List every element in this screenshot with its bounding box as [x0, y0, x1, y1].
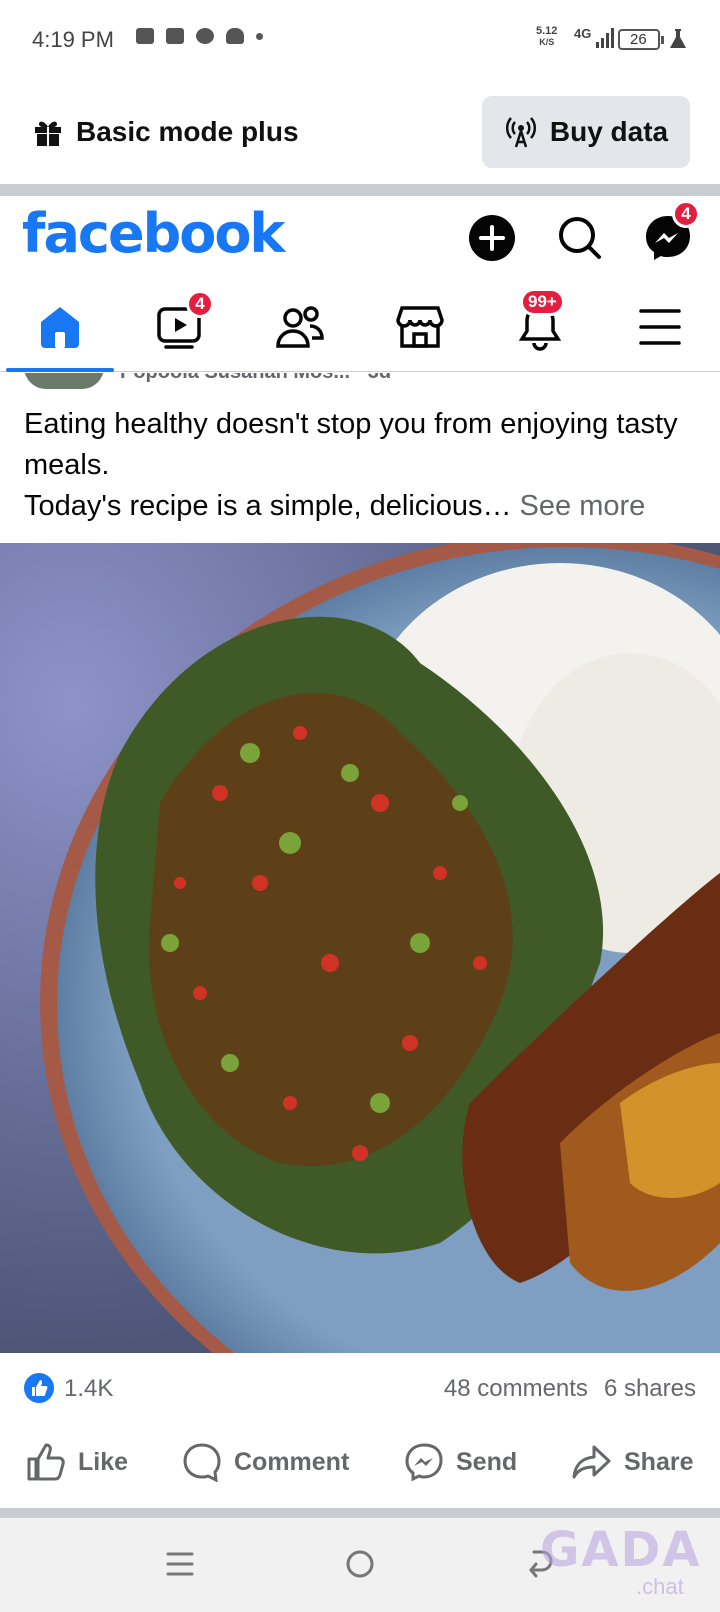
author-avatar[interactable] — [24, 373, 104, 389]
share-button[interactable]: Share — [572, 1442, 693, 1482]
post-divider — [0, 1508, 720, 1518]
post-image-food[interactable] — [0, 543, 720, 1353]
food-photo — [0, 543, 720, 1353]
signal-bars-icon — [596, 28, 614, 48]
like-button[interactable]: Like — [26, 1442, 128, 1482]
net-speed-unit: K/S — [539, 37, 555, 47]
like-label: Like — [78, 1447, 129, 1476]
status-bar: 4:19 PM 5.12 K/S 4G 26 — [0, 0, 720, 80]
see-more-link[interactable]: See more — [520, 490, 646, 522]
reactions-count[interactable]: 1.4K — [64, 1375, 113, 1403]
plus-icon — [469, 215, 515, 261]
sim-icon — [136, 28, 154, 44]
battery-level: 26 — [630, 31, 647, 48]
flask-icon — [670, 29, 686, 48]
tab-friends[interactable] — [270, 300, 330, 354]
main-tabs: 4 99+ — [0, 286, 720, 372]
signal-type: 4G — [574, 26, 592, 41]
search-button[interactable] — [556, 214, 604, 262]
more-dot-icon — [256, 32, 263, 40]
author-name[interactable]: Popoola Susanah Mos... · 3d — [120, 373, 391, 384]
notification-icons — [136, 28, 263, 44]
basic-mode-label: Basic mode plus — [76, 116, 299, 147]
notifications-badge: 99+ — [520, 288, 565, 316]
shares-count[interactable]: 6 shares — [604, 1375, 696, 1403]
messenger-button[interactable]: 4 — [644, 200, 700, 262]
network-speed: 5.12 K/S — [536, 26, 557, 48]
comment-icon — [183, 1443, 221, 1482]
video-badge: 4 — [186, 290, 214, 318]
create-button[interactable] — [468, 214, 516, 262]
buy-data-label: Buy data — [549, 116, 669, 147]
tab-notifications[interactable]: 99+ — [510, 288, 570, 354]
home-circle-icon — [346, 1550, 374, 1578]
hamburger-menu-icon — [639, 309, 681, 345]
comments-count[interactable]: 48 comments — [444, 1375, 588, 1403]
gada-watermark: GADA — [540, 1522, 702, 1578]
comment-label: Comment — [234, 1447, 350, 1476]
share-icon — [572, 1445, 611, 1479]
search-icon — [559, 217, 601, 259]
comment-button[interactable]: Comment — [182, 1442, 349, 1482]
status-time: 4:19 PM — [32, 27, 114, 52]
messenger-badge: 4 — [672, 200, 700, 228]
chat-icon — [196, 28, 214, 44]
home-nav-button[interactable] — [340, 1544, 380, 1584]
battery-icon: 26 — [618, 29, 664, 50]
post-actions: Like Comment Send Share — [0, 1428, 720, 1508]
tab-home[interactable] — [30, 300, 90, 354]
friends-icon — [276, 306, 324, 348]
tab-menu[interactable] — [630, 300, 690, 354]
messenger-send-icon — [405, 1443, 443, 1482]
marketplace-icon — [396, 306, 444, 348]
basic-mode-bar: Basic mode plus Buy data — [0, 80, 720, 184]
reactions-row: 1.4K 48 comments 6 shares — [0, 1353, 720, 1423]
facebook-logo[interactable]: facebook — [22, 202, 285, 265]
gada-watermark-sub: .chat — [636, 1574, 684, 1599]
gift-icon — [35, 121, 61, 146]
image-icon — [166, 28, 184, 44]
send-button[interactable]: Send — [404, 1442, 517, 1482]
send-label: Send — [456, 1447, 518, 1476]
recent-apps-button[interactable] — [160, 1544, 200, 1584]
antenna-icon — [505, 117, 536, 148]
tab-marketplace[interactable] — [390, 300, 450, 354]
section-divider — [0, 184, 720, 196]
home-icon — [41, 307, 79, 348]
share-label: Share — [624, 1447, 694, 1476]
thumbs-up-icon — [27, 1443, 65, 1481]
android-icon — [226, 28, 244, 44]
like-reaction-icon — [24, 1373, 54, 1403]
active-tab-indicator — [6, 368, 114, 372]
post-text-line2: Today's recipe is a simple, delicious… — [24, 490, 512, 522]
net-speed-value: 5.12 — [536, 25, 558, 37]
post-text[interactable]: Eating healthy doesn't stop you from enj… — [24, 404, 700, 527]
buy-data-button[interactable]: Buy data — [482, 96, 690, 168]
facebook-header: facebook 4 — [0, 196, 720, 286]
post-text-line1: Eating healthy doesn't stop you from enj… — [24, 408, 678, 481]
recents-icon — [166, 1552, 194, 1576]
post-author-row[interactable]: Popoola Susanah Mos... · 3d — [0, 373, 720, 391]
tab-video[interactable]: 4 — [150, 290, 214, 354]
